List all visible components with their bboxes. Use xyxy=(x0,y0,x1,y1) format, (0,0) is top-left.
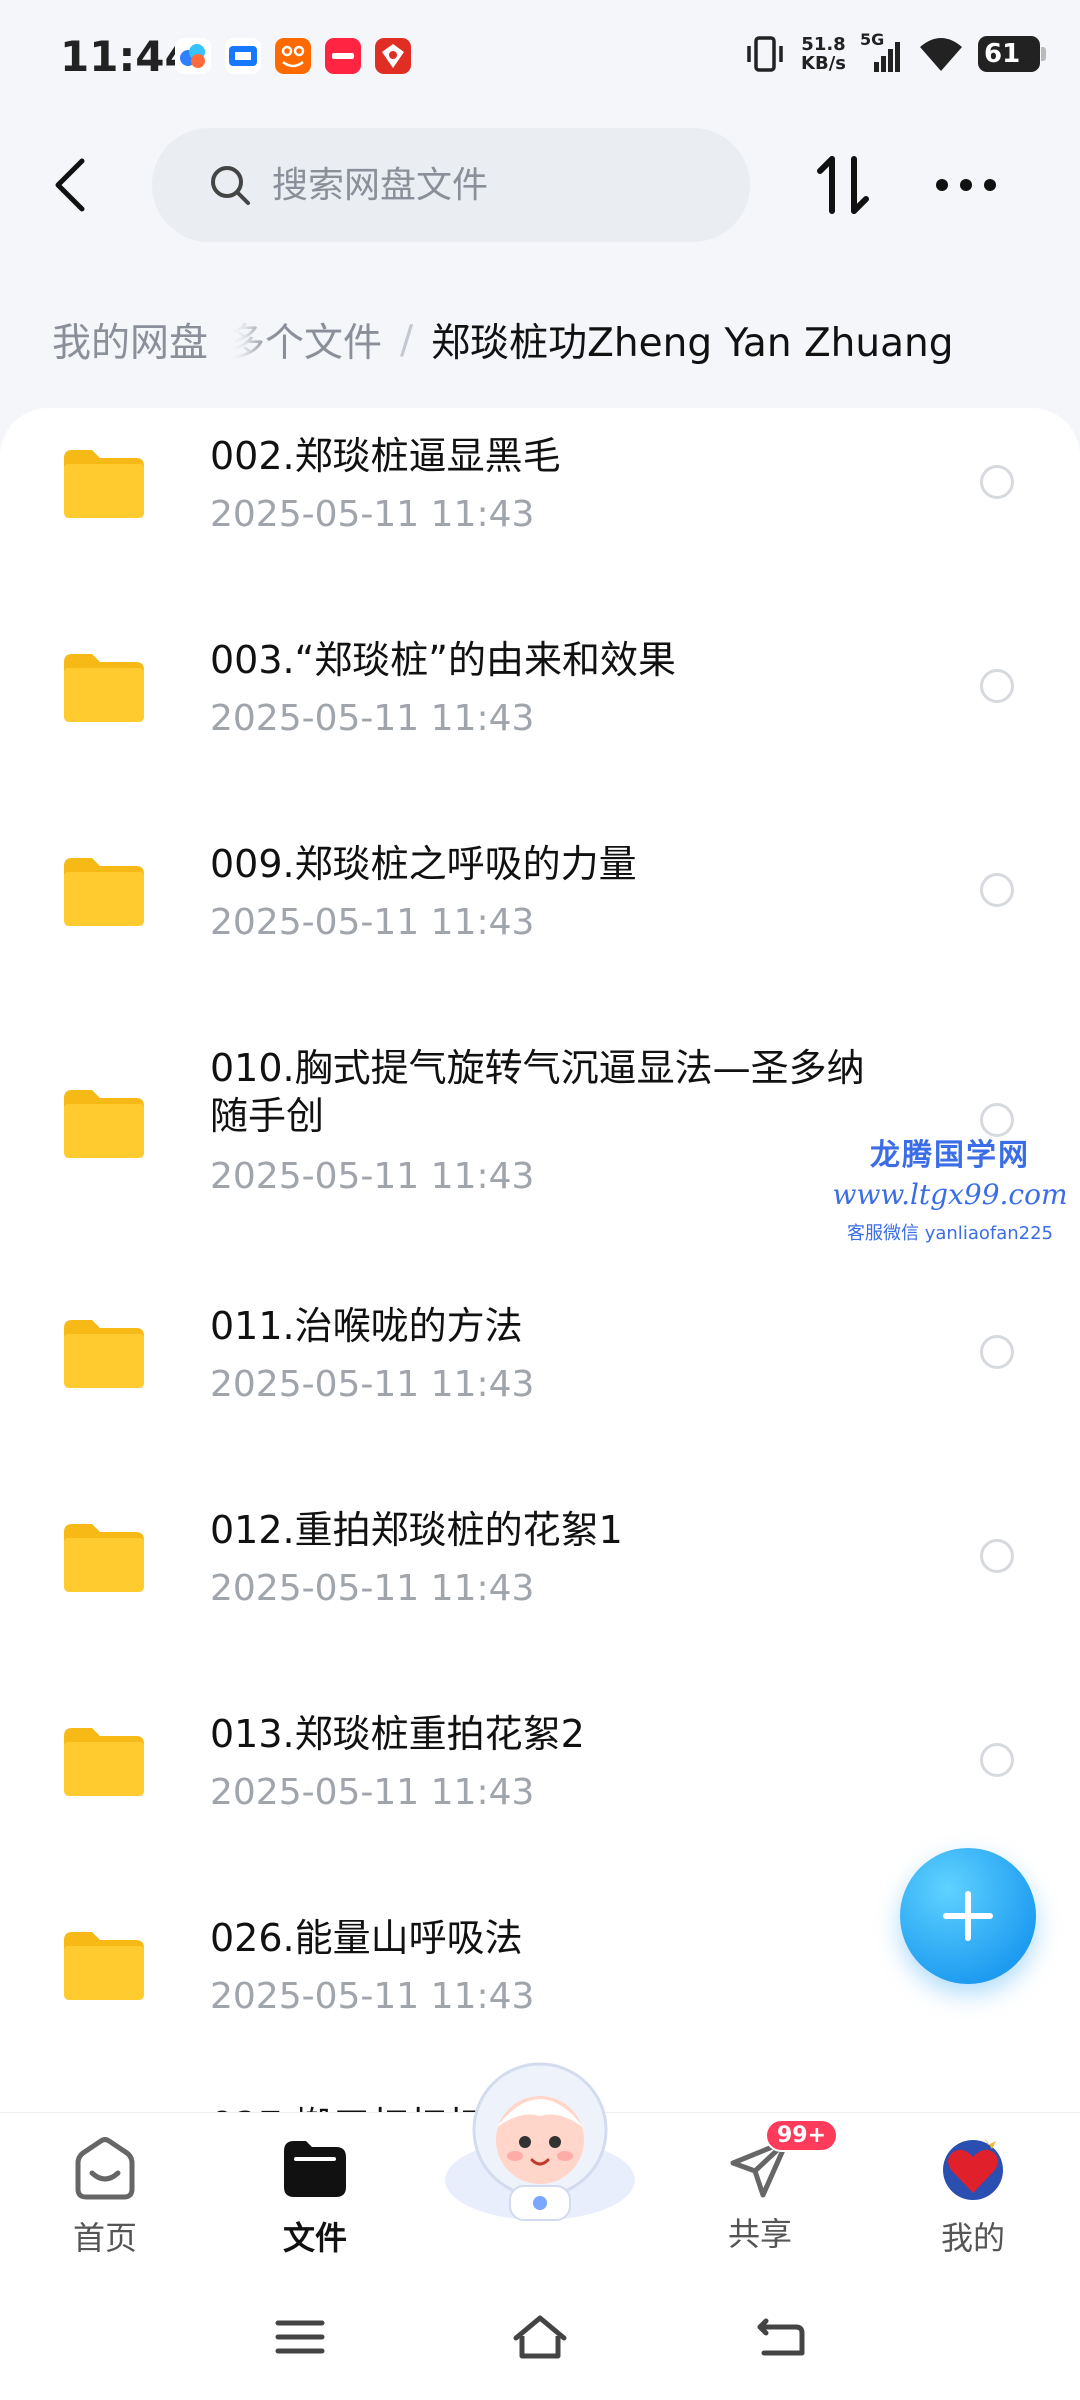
select-checkbox[interactable] xyxy=(980,1743,1014,1777)
taobao-icon xyxy=(275,38,311,74)
notification-icons xyxy=(175,38,411,74)
xiaohongshu-icon xyxy=(325,38,361,74)
file-row[interactable]: 009.郑琰桩之呼吸的力量 2025-05-11 11:43 xyxy=(0,816,1080,1016)
file-date: 2025-05-11 11:43 xyxy=(210,1568,535,1609)
file-name: 003.“郑琰桩”的由来和效果 xyxy=(210,638,676,682)
file-name: 011.治喉咙的方法 xyxy=(210,1304,523,1348)
recent-apps-button[interactable] xyxy=(265,2302,335,2372)
nav-home-label: 首页 xyxy=(72,2219,137,2257)
vibrate-icon xyxy=(747,36,783,72)
message-icon xyxy=(225,38,261,74)
search-input[interactable] xyxy=(272,164,732,206)
avatar xyxy=(943,2137,1003,2200)
file-date: 2025-05-11 11:43 xyxy=(210,1364,535,1405)
header xyxy=(0,120,1080,250)
return-icon xyxy=(757,2318,805,2356)
select-checkbox[interactable] xyxy=(980,1335,1014,1369)
file-name: 010.胸式提气旋转气沉逼显法—圣多纳随手创 xyxy=(210,1046,865,1138)
more-button[interactable] xyxy=(930,150,1002,220)
folder-icon xyxy=(64,1932,144,2000)
file-name: 012.重拍郑琰桩的花絮1 xyxy=(210,1508,623,1552)
file-date: 2025-05-11 11:43 xyxy=(210,902,535,943)
net-speed-unit: KB/s xyxy=(801,53,846,74)
plus-icon xyxy=(943,1891,993,1941)
home-button[interactable] xyxy=(505,2302,575,2372)
net-speed: 51.8 KB/s xyxy=(801,35,846,73)
file-date: 2025-05-11 11:43 xyxy=(210,1772,535,1813)
nav-files-label: 文件 xyxy=(282,2219,347,2257)
share-badge: 99+ xyxy=(765,2119,839,2152)
file-date: 2025-05-11 11:43 xyxy=(210,1976,535,2017)
file-row[interactable]: 013.郑琰桩重拍花絮2 2025-05-11 11:43 xyxy=(0,1686,1080,1886)
nav-mine[interactable]: 我的 xyxy=(903,2133,1043,2259)
folder-icon xyxy=(64,1728,144,1796)
file-row[interactable]: 002.郑琰桩逼显黑毛 2025-05-11 11:43 xyxy=(0,408,1080,608)
file-name: 026.能量山呼吸法 xyxy=(210,1916,523,1960)
folder-icon xyxy=(64,654,144,722)
file-name: 002.郑琰桩逼显黑毛 xyxy=(210,434,561,478)
watermark-contact: 客服微信 yanliaofan225 xyxy=(847,1223,1053,1244)
file-date: 2025-05-11 11:43 xyxy=(210,1156,535,1197)
watermark-url: www.ltgx99.com xyxy=(832,1178,1068,1211)
folder-icon xyxy=(64,858,144,926)
file-name: 013.郑琰桩重拍花絮2 xyxy=(210,1712,585,1756)
battery-indicator: 61 xyxy=(978,36,1046,72)
breadcrumb-root[interactable]: 我的网盘 xyxy=(26,296,235,384)
select-checkbox[interactable] xyxy=(980,465,1014,499)
file-list: 002.郑琰桩逼显黑毛 2025-05-11 11:43 003.“郑琰桩”的由… xyxy=(0,408,1080,2118)
breadcrumb: 我的网盘 多个文件 / 郑琰桩功Zheng Yan Zhuang xyxy=(0,290,1080,390)
system-nav xyxy=(0,2272,1080,2400)
house-icon xyxy=(513,2315,567,2359)
select-checkbox[interactable] xyxy=(980,1539,1014,1573)
menu-icon xyxy=(275,2320,325,2354)
folder-icon xyxy=(64,450,144,518)
file-date: 2025-05-11 11:43 xyxy=(210,698,535,739)
watermark: 龙腾国学网 www.ltgx99.com 客服微信 yanliaofan225 xyxy=(820,1130,1080,1245)
breadcrumb-current: 郑琰桩功Zheng Yan Zhuang xyxy=(431,321,954,366)
nav-share[interactable]: 99+ 共享 xyxy=(690,2119,839,2255)
folder-filled-icon xyxy=(284,2141,346,2197)
file-row[interactable]: 011.治喉咙的方法 2025-05-11 11:43 xyxy=(0,1278,1080,1478)
search-icon xyxy=(211,166,250,205)
status-right: 51.8 KB/s 5G 61 xyxy=(743,30,1046,74)
breadcrumb-separator: / xyxy=(400,317,414,363)
back-system-button[interactable] xyxy=(745,2302,815,2372)
mascot-assistant-button[interactable] xyxy=(430,2050,650,2230)
folder-icon xyxy=(64,1524,144,1592)
status-time: 11:44 xyxy=(60,32,194,81)
add-button[interactable] xyxy=(900,1848,1036,1984)
search-box[interactable] xyxy=(152,128,750,242)
net-speed-value: 51.8 xyxy=(801,34,846,55)
back-button[interactable] xyxy=(40,150,100,220)
folder-icon xyxy=(64,1090,144,1158)
battery-level: 61 xyxy=(984,39,1021,69)
status-bar: 11:44 51.8 KB/s 5G 61 xyxy=(0,0,1080,120)
breadcrumb-middle[interactable]: 多个文件 xyxy=(226,312,382,368)
more-dots-icon xyxy=(936,179,996,191)
watermark-title: 龙腾国学网 xyxy=(870,1138,1030,1173)
pinduoduo-icon xyxy=(375,38,411,74)
select-checkbox[interactable] xyxy=(980,669,1014,703)
share-icon-wrap: 99+ xyxy=(725,2119,839,2203)
home-icon xyxy=(75,2137,135,2200)
back-arrow-icon xyxy=(55,158,85,212)
nav-mine-label: 我的 xyxy=(940,2219,1005,2257)
file-row[interactable]: 003.“郑琰桩”的由来和效果 2025-05-11 11:43 xyxy=(0,612,1080,812)
file-name: 009.郑琰桩之呼吸的力量 xyxy=(210,842,637,886)
nav-home[interactable]: 首页 xyxy=(35,2133,175,2259)
baidu-netdisk-icon xyxy=(175,38,211,74)
wifi-icon xyxy=(920,38,962,71)
file-row[interactable]: 012.重拍郑琰桩的花絮1 2025-05-11 11:43 xyxy=(0,1482,1080,1682)
sort-button[interactable] xyxy=(810,150,876,220)
folder-icon xyxy=(64,1320,144,1388)
nav-share-label: 共享 xyxy=(727,2215,792,2253)
app-root: 11:44 51.8 KB/s 5G 61 搜索网盘文件 我的网盘 多个文件 /… xyxy=(0,0,1080,2400)
nav-files[interactable]: 文件 xyxy=(245,2133,385,2259)
cellular-signal-icon: 5G xyxy=(860,30,904,74)
sort-icon xyxy=(817,156,869,214)
file-date: 2025-05-11 11:43 xyxy=(210,494,535,535)
select-checkbox[interactable] xyxy=(980,873,1014,907)
